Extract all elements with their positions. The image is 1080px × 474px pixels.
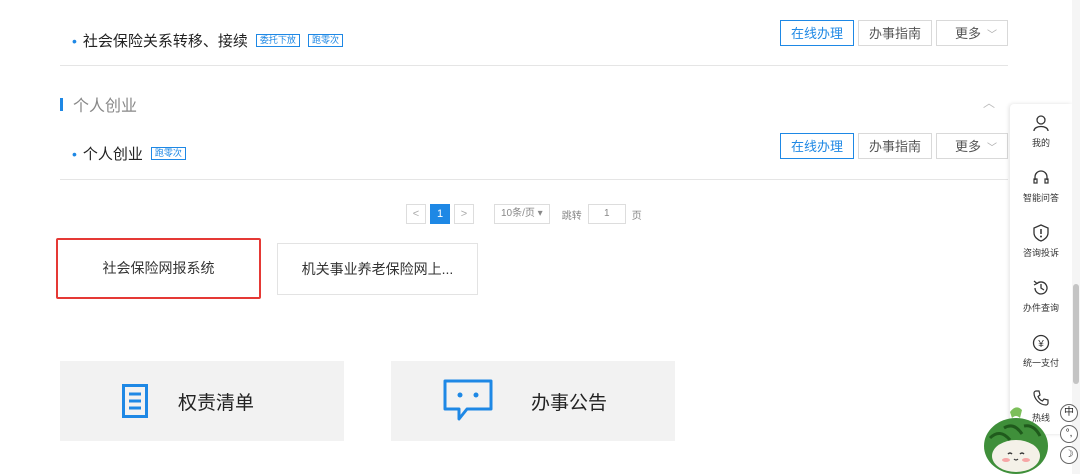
jump-page-input[interactable]: 1: [587, 204, 626, 224]
headset-icon: [1033, 170, 1049, 184]
system-card-pension[interactable]: 机关事业养老保险网上...: [277, 243, 478, 295]
floating-sidebar: 我的 智能问答 咨询投诉 办件查询 ¥ 统一支付 热线: [1010, 104, 1072, 434]
card-label: 办事公告: [531, 392, 608, 414]
next-page-button[interactable]: >: [454, 204, 474, 224]
bullet: •: [72, 145, 77, 162]
vertical-scrollbar-thumb[interactable]: [1073, 284, 1079, 384]
document-icon: [122, 384, 148, 418]
system-card-social-insurance[interactable]: 社会保险网报系统: [56, 238, 261, 299]
chat-bubble-icon: [443, 379, 493, 421]
online-handle-button[interactable]: 在线办理: [779, 20, 854, 46]
page-unit-label: 页: [631, 210, 642, 222]
page-1-button[interactable]: 1: [430, 204, 450, 224]
pagination: < 1 > 10条/页 ▾ 跳转 1 页: [406, 204, 642, 224]
online-handle-button[interactable]: 在线办理: [779, 133, 854, 159]
guide-button[interactable]: 办事指南: [857, 133, 932, 159]
bullet: •: [72, 32, 77, 49]
section-accent-bar: [60, 97, 63, 111]
yen-icon: ¥: [1032, 334, 1050, 352]
sidebar-item-complaint[interactable]: 咨询投诉: [1010, 214, 1072, 269]
sidebar-item-case-query[interactable]: 办件查询: [1010, 269, 1072, 324]
svg-text:¥: ¥: [1037, 339, 1044, 350]
guide-button[interactable]: 办事指南: [857, 20, 932, 46]
more-button[interactable]: 更多 ﹀: [936, 133, 1008, 159]
card-announcement[interactable]: 办事公告: [391, 361, 675, 441]
chevron-down-icon: ﹀: [987, 143, 998, 154]
sidebar-item-mine[interactable]: 我的: [1010, 104, 1072, 159]
divider: [60, 179, 1008, 180]
ime-toolbar[interactable]: 中 °, ☽: [1060, 404, 1080, 474]
ime-punct-toggle[interactable]: °,: [1060, 425, 1078, 443]
ime-lang-toggle[interactable]: 中: [1060, 404, 1078, 422]
tag-badge: 跑零次: [307, 34, 343, 47]
more-button[interactable]: 更多 ﹀: [936, 20, 1008, 46]
user-icon: [1033, 115, 1049, 132]
service-name[interactable]: 社会保险关系转移、接续: [83, 30, 248, 51]
card-label: 权责清单: [178, 392, 255, 414]
service-row: • 社会保险关系转移、接续 委托下放 跑零次 在线办理 办事指南 更多 ﹀: [60, 4, 1008, 66]
page-size-select[interactable]: 10条/页 ▾: [494, 204, 550, 224]
shield-icon: [1033, 224, 1049, 242]
tag-badge: 跑零次: [150, 147, 186, 160]
service-row: • 个人创业 跑零次 在线办理 办事指南 更多 ﹀: [60, 117, 1008, 179]
chevron-down-icon: ﹀: [987, 30, 998, 41]
divider: [60, 65, 1008, 66]
tag-badge: 委托下放: [255, 34, 300, 47]
moon-icon[interactable]: ☽: [1060, 446, 1078, 464]
service-name[interactable]: 个人创业: [83, 143, 143, 164]
prev-page-button[interactable]: <: [406, 204, 426, 224]
sidebar-item-smart-qa[interactable]: 智能问答: [1010, 159, 1072, 214]
jump-label: 跳转: [561, 210, 582, 222]
card-responsibility-list[interactable]: 权责清单: [60, 361, 344, 441]
sidebar-item-payment[interactable]: ¥ 统一支付: [1010, 324, 1072, 379]
section-title: 个人创业: [60, 92, 137, 116]
vertical-scrollbar-track[interactable]: [1072, 0, 1080, 474]
watermelon-mascot-icon: [984, 407, 1048, 474]
history-icon: [1033, 280, 1048, 295]
chevron-up-icon[interactable]: ︿: [983, 94, 995, 111]
